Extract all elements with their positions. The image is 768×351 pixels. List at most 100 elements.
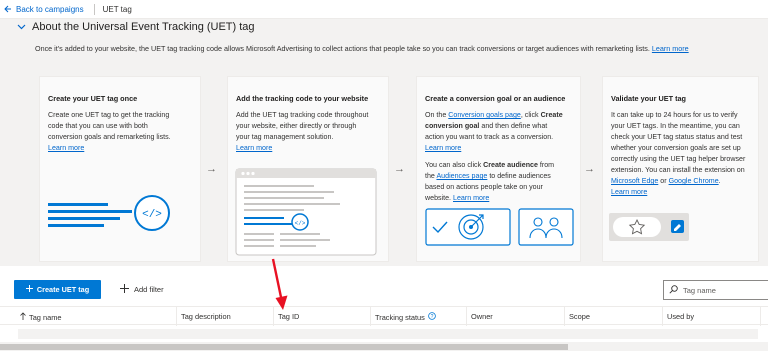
back-to-campaigns-link[interactable]: Back to campaigns xyxy=(4,5,84,14)
loading-row-placeholder xyxy=(18,329,758,339)
column-header-tracking-status[interactable]: Tracking status ? xyxy=(375,312,436,322)
svg-text:</>: </> xyxy=(142,209,162,221)
breadcrumb-divider xyxy=(93,3,95,15)
arrow-left-icon xyxy=(4,5,11,13)
column-divider[interactable] xyxy=(564,307,565,326)
column-header-scope[interactable]: Scope xyxy=(569,312,590,321)
card-conversion-goal: Create a conversion goal or an audience … xyxy=(416,76,581,262)
column-divider[interactable] xyxy=(370,307,371,326)
horizontal-scrollbar[interactable] xyxy=(0,342,768,351)
card-title: Validate your UET tag xyxy=(611,94,687,103)
column-divider[interactable] xyxy=(662,307,663,326)
intro-text: Once it's added to your website, the UET… xyxy=(35,44,689,53)
sort-arrow-icon xyxy=(20,312,26,322)
card-add-tracking-code: Add the tracking code to your website Ad… xyxy=(227,76,389,262)
code-tag-illustration: </> xyxy=(48,195,170,231)
google-chrome-link[interactable]: Google Chrome xyxy=(669,177,719,185)
scrollbar-thumb[interactable] xyxy=(0,344,568,350)
card-text-line: correctly using the UET tag helper brows… xyxy=(611,155,746,163)
card-text-bold: Create audience xyxy=(483,161,538,169)
arrow-right-icon: → xyxy=(584,163,595,175)
card-text-line: conversion goals and remarketing lists. xyxy=(48,133,171,141)
add-filter-button[interactable]: Add filter xyxy=(120,280,164,299)
card-text-line: based on actions people take on your xyxy=(425,183,543,191)
column-label: Scope xyxy=(569,312,590,321)
column-header-used-by[interactable]: Used by xyxy=(667,312,694,321)
card-text-bold: conversion goal xyxy=(425,122,480,130)
card-validate-tag: Validate your UET tag It can take up to … xyxy=(602,76,759,262)
card-text-line: your website, either directly or through xyxy=(236,122,357,130)
microsoft-edge-link[interactable]: Microsoft Edge xyxy=(611,177,658,185)
chevron-down-icon xyxy=(17,22,26,32)
card-text-line: extension. You can install the extension… xyxy=(611,166,745,174)
column-header-tag-id[interactable]: Tag ID xyxy=(278,312,299,321)
back-label: Back to campaigns xyxy=(16,4,84,14)
create-uet-tag-button[interactable]: Create UET tag xyxy=(14,280,101,299)
column-header-tag-name[interactable]: Tag name xyxy=(20,312,61,322)
top-bar: Back to campaigns UET tag xyxy=(0,0,768,19)
column-header-tag-description[interactable]: Tag description xyxy=(181,312,231,321)
card-text-line: It can take up to 24 hours for us to ver… xyxy=(611,111,738,119)
card-text-line: your UET tags. In the meantime, you can xyxy=(611,122,740,130)
svg-text:?: ? xyxy=(430,314,433,320)
card-title: Create a conversion goal or an audience xyxy=(425,94,566,103)
card-text: You can also click xyxy=(425,161,484,169)
column-label: Tag ID xyxy=(278,312,300,321)
card-text-line: Add the UET tag tracking code throughout xyxy=(236,111,369,119)
card-learn-more-link[interactable]: Learn more xyxy=(48,144,84,152)
card-learn-more-link[interactable]: Learn more xyxy=(425,144,461,152)
plus-icon xyxy=(120,284,129,295)
section-toggle[interactable]: About the Universal Event Tracking (UET)… xyxy=(17,21,255,33)
conversion-goals-page-link[interactable]: Conversion goals page xyxy=(448,111,521,119)
intro-body: Once it's added to your website, the UET… xyxy=(35,44,650,53)
intro-learn-more-link[interactable]: Learn more xyxy=(652,44,689,53)
card-text: website. xyxy=(425,194,453,202)
arrow-right-icon: → xyxy=(394,163,405,175)
svg-text:</>: </> xyxy=(295,220,306,227)
column-divider[interactable] xyxy=(466,307,467,326)
card-text-line: check your UET tag status status and tes… xyxy=(611,133,743,141)
card-text: . xyxy=(718,177,721,185)
column-label: Tracking status xyxy=(375,312,425,322)
card-text-line: action you want to track as a conversion… xyxy=(425,133,554,141)
card-text-line: code that you can use with both xyxy=(48,122,148,130)
create-uet-tag-label: Create UET tag xyxy=(36,285,90,294)
plus-icon xyxy=(25,285,33,294)
card-text: from xyxy=(537,161,555,169)
audiences-page-link[interactable]: Audiences page xyxy=(436,172,487,180)
table-header: Tag name Tag description Tag ID Tracking… xyxy=(0,306,768,326)
website-illustration: </> xyxy=(235,168,377,256)
card-title: Create your UET tag once xyxy=(48,94,138,103)
red-annotation-arrow-icon xyxy=(271,258,288,310)
search-icon xyxy=(669,284,678,296)
column-divider[interactable] xyxy=(176,307,177,326)
card-learn-more-link[interactable]: Learn more xyxy=(611,188,647,196)
card-text: , click xyxy=(520,111,541,119)
column-header-owner[interactable]: Owner xyxy=(471,312,493,321)
column-label: Tag description xyxy=(181,312,231,321)
arrow-right-icon: → xyxy=(206,163,217,175)
goal-audience-illustration xyxy=(425,208,574,246)
card-text: to define audiences xyxy=(487,172,551,180)
browser-extension-illustration xyxy=(609,213,689,241)
card-text-line: your tag management solution. xyxy=(236,133,334,141)
section-title: About the Universal Event Tracking (UET)… xyxy=(32,21,255,33)
column-label: Tag name xyxy=(29,312,62,322)
tag-toolbar: Create UET tag Add filter Tag name xyxy=(14,280,768,300)
search-placeholder: Tag name xyxy=(683,285,716,295)
add-filter-label: Add filter xyxy=(134,285,164,294)
column-divider[interactable] xyxy=(760,307,761,326)
card-learn-more-link[interactable]: Learn more xyxy=(236,144,272,152)
card-create-tag: Create your UET tag once Create one UET … xyxy=(39,76,201,262)
card-title: Add the tracking code to your website xyxy=(236,94,369,103)
card-text: or xyxy=(658,177,669,185)
card-learn-more-link[interactable]: Learn more xyxy=(453,194,489,202)
card-text: On the xyxy=(425,111,449,119)
card-text: and then define what xyxy=(479,122,548,130)
card-text-line: Create one UET tag to get the tracking xyxy=(48,111,170,119)
column-label: Used by xyxy=(667,312,695,321)
tag-name-search-input[interactable]: Tag name xyxy=(663,280,768,300)
info-icon[interactable]: ? xyxy=(428,312,436,322)
card-text-bold: Create xyxy=(540,111,563,119)
card-text: the xyxy=(425,172,437,180)
